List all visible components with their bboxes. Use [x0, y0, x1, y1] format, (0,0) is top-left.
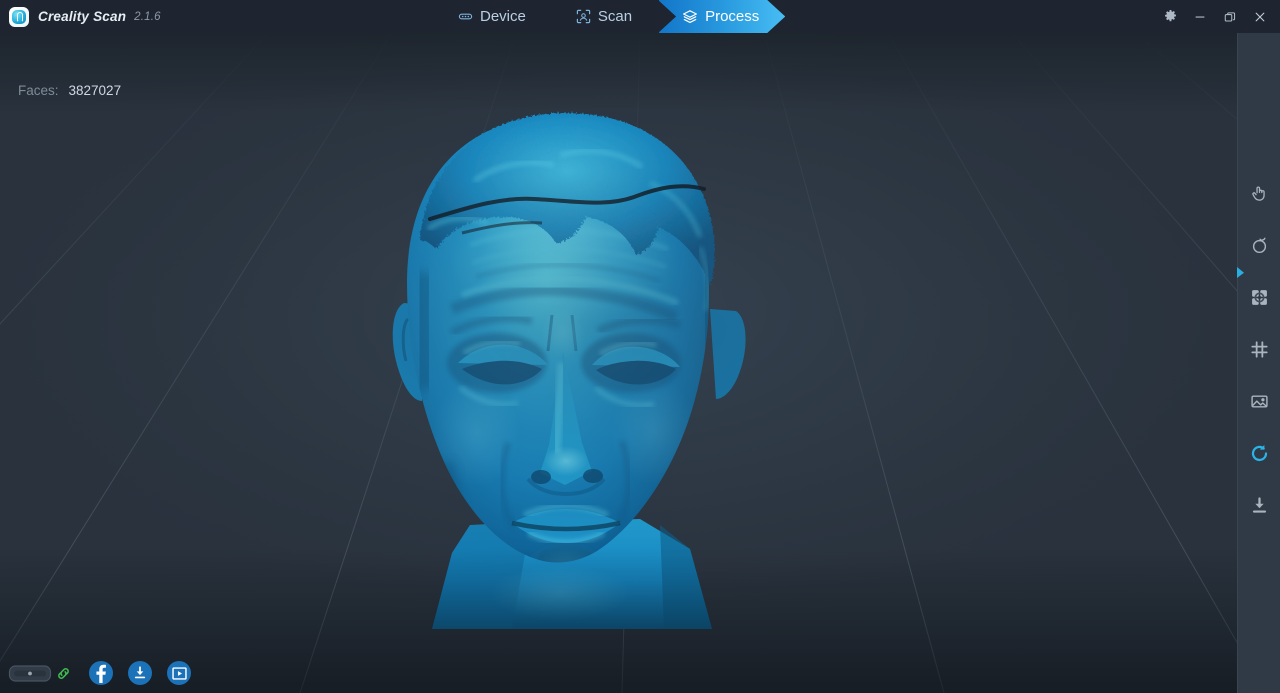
tab-scan[interactable]: Scan: [552, 0, 660, 33]
refresh-circle-icon: [1251, 444, 1268, 461]
video-play-icon: [171, 666, 187, 680]
sidebar-item-export[interactable]: [1238, 485, 1280, 525]
sidebar-item-select[interactable]: [1238, 173, 1280, 213]
scanned-head-mesh[interactable]: [0, 33, 1280, 693]
app-name: Creality Scan: [38, 9, 127, 24]
image-photo-icon: [1251, 394, 1268, 408]
faces-stat: Faces: 3827027: [18, 83, 121, 98]
title-bar: Creality Scan 2.1.6 Device Scan Process: [0, 0, 1280, 33]
tab-device-label: Device: [480, 8, 526, 25]
scanner-device-icon: [8, 665, 52, 682]
device-status[interactable]: [8, 662, 71, 684]
sidebar-item-mesh-edit[interactable]: [1238, 277, 1280, 317]
faces-label: Faces:: [18, 83, 59, 98]
minimize-icon[interactable]: [1186, 0, 1214, 33]
tool-sidebar: [1237, 33, 1280, 693]
creality-scan-window: Creality Scan 2.1.6 Device Scan Process …: [0, 0, 1280, 693]
tab-scan-label: Scan: [597, 8, 633, 25]
tab-device[interactable]: Device: [434, 0, 552, 33]
mesh-patch-icon: [1252, 289, 1267, 305]
3d-viewport[interactable]: Faces: 3827027: [0, 33, 1280, 693]
rotate-loop-icon: [1252, 237, 1267, 253]
link-chain-icon: [58, 667, 69, 679]
facebook-icon: [96, 664, 106, 683]
close-icon[interactable]: [1246, 0, 1274, 33]
app-brand: Creality Scan 2.1.6: [0, 6, 161, 27]
download-icon: [1252, 496, 1267, 513]
gear-icon[interactable]: [1156, 0, 1184, 33]
bottom-bar: [0, 653, 1237, 693]
sidebar-item-rotate[interactable]: [1237, 225, 1280, 278]
creality-logo-icon: [9, 6, 29, 27]
window-controls: [1156, 0, 1274, 33]
tab-process-label: Process: [705, 8, 760, 25]
hand-pointer-icon: [1252, 186, 1265, 201]
download-link-button[interactable]: [128, 661, 152, 685]
layers-stack-icon: [682, 9, 698, 25]
main-tabs: Device Scan Process: [434, 0, 785, 33]
download-circle-icon: [134, 666, 146, 679]
usb-connector-icon: [458, 9, 473, 24]
facebook-link-button[interactable]: [89, 661, 113, 685]
sidebar-item-reset-view[interactable]: [1238, 433, 1280, 473]
scan-frame-icon: [576, 9, 591, 24]
grid-hash-icon: [1251, 340, 1268, 358]
tutorial-link-button[interactable]: [167, 661, 191, 685]
faces-value: 3827027: [68, 83, 122, 98]
tab-process[interactable]: Process: [658, 0, 785, 33]
sidebar-item-wireframe[interactable]: [1238, 329, 1280, 369]
app-version: 2.1.6: [134, 10, 161, 23]
restore-icon[interactable]: [1216, 0, 1244, 33]
sidebar-item-texture[interactable]: [1238, 381, 1280, 421]
